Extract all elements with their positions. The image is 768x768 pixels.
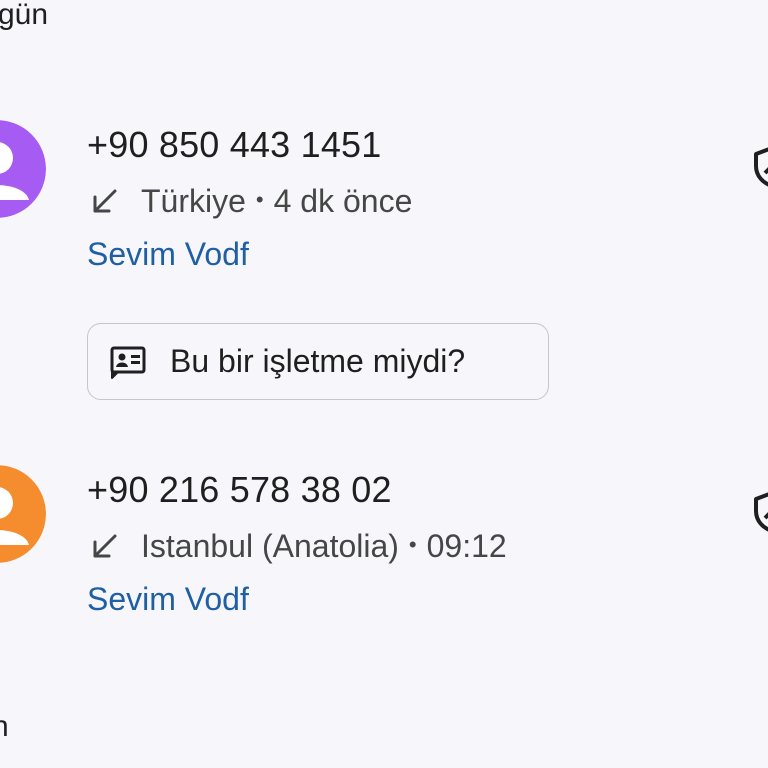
incoming-call-arrow-icon bbox=[93, 534, 117, 557]
contact-avatar[interactable] bbox=[0, 465, 46, 563]
call-account[interactable]: Sevim Vodf bbox=[87, 236, 249, 273]
chip-label: Bu bir işletme miydi? bbox=[170, 343, 466, 379]
date-section-header: gün bbox=[0, 0, 49, 31]
person-icon bbox=[0, 120, 46, 218]
contact-avatar[interactable] bbox=[0, 120, 46, 218]
separator-dot: • bbox=[408, 531, 417, 557]
call-location: Istanbul (Anatolia) bbox=[141, 528, 399, 564]
date-section-header: n bbox=[0, 710, 9, 743]
shield-icon[interactable] bbox=[752, 490, 768, 534]
business-suggestion-chip[interactable]: Bu bir işletme miydi? bbox=[87, 323, 549, 400]
caller-number[interactable]: +90 850 443 1451 bbox=[87, 124, 382, 166]
call-history-screen: gün +90 850 443 1451 Türkiye • 4 dk önce… bbox=[0, 0, 768, 768]
call-location: Türkiye bbox=[141, 183, 246, 219]
person-icon bbox=[0, 465, 46, 563]
call-time: 09:12 bbox=[426, 528, 507, 564]
call-details: Türkiye • 4 dk önce bbox=[87, 183, 412, 220]
incoming-call-arrow-icon bbox=[93, 189, 117, 212]
separator-dot: • bbox=[255, 186, 264, 212]
business-card-icon bbox=[110, 346, 146, 379]
caller-number[interactable]: +90 216 578 38 02 bbox=[87, 469, 392, 511]
call-details: Istanbul (Anatolia) • 09:12 bbox=[87, 528, 507, 565]
shield-icon[interactable] bbox=[752, 145, 768, 189]
call-account[interactable]: Sevim Vodf bbox=[87, 581, 249, 618]
call-time: 4 dk önce bbox=[273, 183, 413, 219]
